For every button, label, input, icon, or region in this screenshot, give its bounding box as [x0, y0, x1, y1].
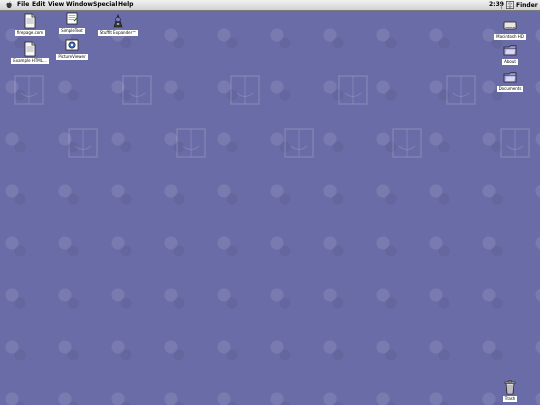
desktop-icon-label: SimpleText [59, 28, 85, 34]
document-icon [24, 13, 36, 29]
desktop-icon-label: firepage.com [14, 30, 46, 36]
desktop-icon-trash[interactable]: Trash [480, 379, 540, 402]
application-menu[interactable]: Finder [506, 1, 538, 9]
desktop-icon-label: Trash [502, 396, 518, 402]
desktop-pattern-icon [444, 73, 478, 107]
desktop-pattern-icon [282, 126, 316, 160]
desktop-pattern-icon [498, 126, 532, 160]
folder-icon [503, 45, 517, 56]
finder-face-icon [506, 1, 514, 9]
desktop-pattern-icon [228, 73, 262, 107]
desktop-icon-label: PictureViewer [56, 54, 88, 60]
desktop-icon-label: StuffIt Expander™ [97, 30, 139, 36]
application-name: Finder [516, 1, 538, 9]
desktop-icon-pictureviewer[interactable]: PictureViewer [42, 37, 102, 60]
document-icon [24, 41, 36, 57]
desktop-icon-documents[interactable]: Documents [480, 69, 540, 92]
desktop-icon-label: About [502, 59, 518, 65]
desktop-icon-label: Macintosh HD [494, 34, 526, 40]
desktop-icon-label: Documents [496, 86, 524, 92]
apple-menu-icon[interactable] [5, 1, 13, 9]
picture-viewer-app-icon [65, 39, 79, 51]
menu-window[interactable]: Window [66, 1, 93, 9]
apple-logo-icon [6, 1, 12, 9]
desktop-pattern-icon [12, 73, 46, 107]
folder-icon [503, 72, 517, 83]
menu-help[interactable]: Help [118, 1, 133, 9]
menu-special[interactable]: Special [93, 1, 117, 9]
menu-view[interactable]: View [48, 1, 64, 9]
stuffit-expander-app-icon [113, 14, 123, 28]
menu-edit[interactable]: Edit [32, 1, 45, 9]
desktop-icon-about[interactable]: About [480, 42, 540, 65]
trash-icon [504, 380, 516, 395]
simpletext-app-icon [66, 12, 79, 25]
desktop-pattern-icon [336, 73, 370, 107]
desktop-pattern-icon [66, 126, 100, 160]
menu-bar: File Edit View Window Special Help 2:39 … [0, 0, 540, 11]
desktop-pattern-icon [390, 126, 424, 160]
menu-file[interactable]: File [17, 1, 29, 9]
menu-separator [501, 1, 502, 9]
desktop[interactable]: firepage.com Example HTML... SimpleText … [0, 11, 540, 405]
desktop-icon-stuffit[interactable]: StuffIt Expander™ [88, 13, 148, 36]
hard-drive-icon [503, 21, 517, 30]
desktop-pattern-icon [120, 73, 154, 107]
desktop-icon-macintosh-hd[interactable]: Macintosh HD [480, 17, 540, 40]
desktop-pattern-icon [174, 126, 208, 160]
